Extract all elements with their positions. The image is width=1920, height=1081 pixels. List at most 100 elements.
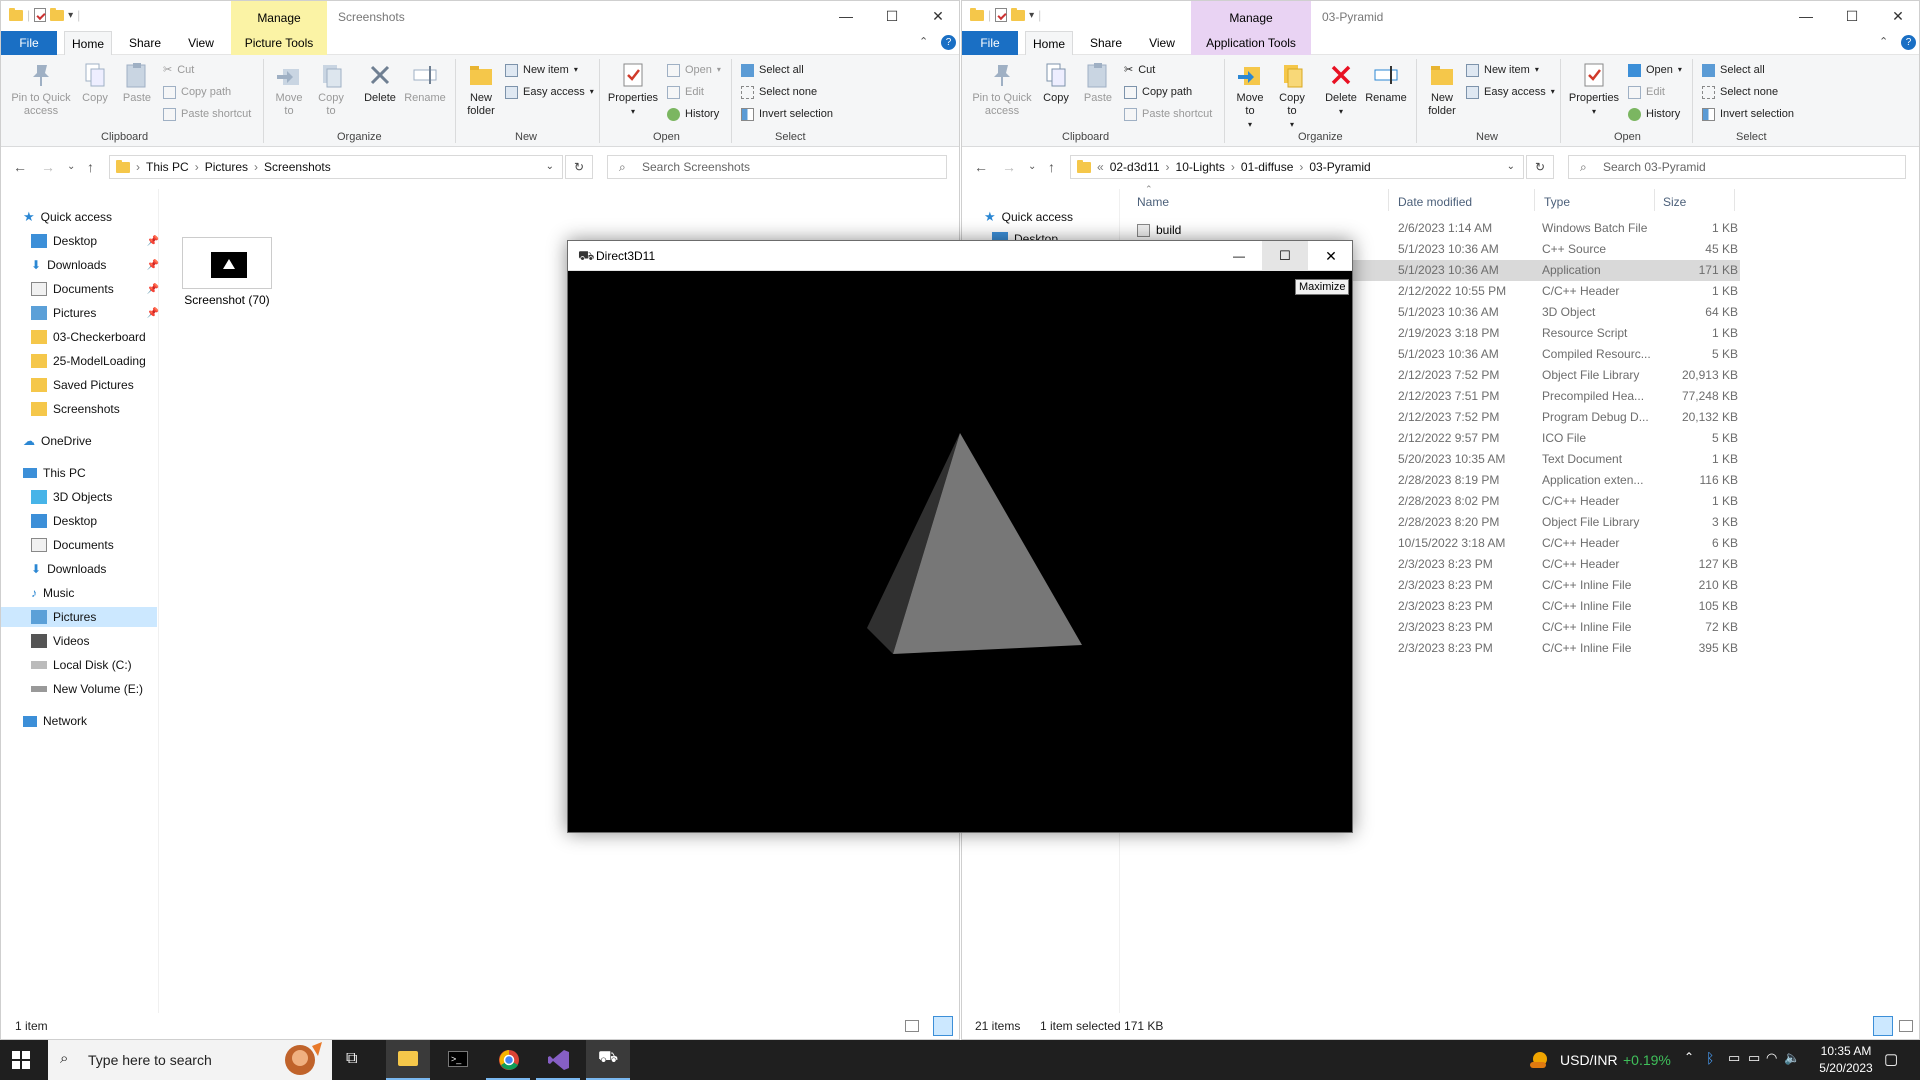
tab-application-tools[interactable]: Application Tools bbox=[1191, 31, 1311, 55]
taskbar-terminal[interactable]: >_ bbox=[436, 1040, 480, 1080]
tab-view[interactable]: View bbox=[1138, 31, 1186, 55]
tab-file[interactable]: File bbox=[1, 31, 57, 55]
nav-local-disk-c[interactable]: Local Disk (C:) bbox=[31, 655, 187, 675]
up-arrow-icon[interactable]: ↑ bbox=[1048, 159, 1055, 175]
breadcrumb-pictures[interactable]: Pictures bbox=[205, 156, 248, 178]
clock-time[interactable]: 10:35 AM bbox=[1816, 1044, 1876, 1058]
edit-button[interactable]: Edit bbox=[1628, 85, 1665, 99]
task-view-icon[interactable]: ⧉ bbox=[346, 1050, 357, 1068]
nav-saved-pictures[interactable]: Saved Pictures bbox=[31, 375, 187, 395]
address-box[interactable]: › This PC › Pictures › Screenshots ⌄ bbox=[109, 155, 563, 179]
column-date-modified[interactable]: Date modified bbox=[1398, 195, 1472, 209]
delete-button[interactable]: Delete ▾ bbox=[1322, 61, 1360, 118]
column-type[interactable]: Type bbox=[1544, 195, 1570, 209]
easy-access-button[interactable]: Easy access ▾ bbox=[1466, 85, 1555, 99]
nav-03-checkerboard[interactable]: 03-Checkerboard bbox=[31, 327, 187, 347]
clock-date[interactable]: 5/20/2023 bbox=[1816, 1061, 1876, 1075]
details-view-icon[interactable] bbox=[1873, 1016, 1893, 1036]
tab-view[interactable]: View bbox=[177, 31, 225, 55]
help-icon[interactable]: ? bbox=[1901, 35, 1916, 50]
forward-arrow-icon[interactable]: → bbox=[1002, 159, 1016, 175]
column-size[interactable]: Size bbox=[1663, 195, 1686, 209]
edit-button[interactable]: Edit bbox=[667, 85, 704, 99]
close-button[interactable]: ✕ bbox=[1308, 241, 1354, 271]
nav-pc-desktop[interactable]: Desktop bbox=[31, 511, 187, 531]
close-button[interactable]: ✕ bbox=[1875, 1, 1919, 31]
address-dropdown-icon[interactable]: ⌄ bbox=[546, 156, 554, 178]
breadcrumb-03-pyramid[interactable]: 03-Pyramid bbox=[1309, 156, 1370, 178]
manage-tab[interactable]: Manage bbox=[1191, 1, 1311, 31]
collapse-ribbon-icon[interactable]: ⌃ bbox=[919, 35, 928, 48]
network-status-icon[interactable]: ▭ bbox=[1748, 1050, 1760, 1066]
nav-downloads[interactable]: ⬇ Downloads 📌 bbox=[31, 255, 187, 275]
ticker-change[interactable]: +0.19% bbox=[1623, 1052, 1671, 1068]
new-folder-button[interactable]: New folder bbox=[1422, 61, 1462, 118]
select-none-button[interactable]: Select none bbox=[1702, 85, 1778, 99]
wifi-icon[interactable]: ◠ bbox=[1766, 1050, 1777, 1066]
recent-locations-icon[interactable]: ⌄ bbox=[1028, 161, 1036, 172]
move-to-button[interactable]: Move to bbox=[271, 61, 307, 118]
paste-button[interactable]: Paste bbox=[1078, 61, 1118, 105]
taskbar-direct3d-app[interactable]: ⛟ bbox=[586, 1040, 630, 1080]
minimize-button[interactable]: — bbox=[1783, 1, 1829, 31]
back-arrow-icon[interactable]: ← bbox=[974, 159, 988, 175]
search-input[interactable]: Search Screenshots bbox=[607, 155, 947, 179]
copy-button[interactable]: Copy bbox=[77, 61, 113, 105]
properties-button[interactable]: Properties ▾ bbox=[1566, 61, 1622, 118]
nav-onedrive[interactable]: ☁ OneDrive bbox=[23, 431, 179, 451]
nav-videos[interactable]: Videos bbox=[31, 631, 187, 651]
new-item-button[interactable]: New item ▾ bbox=[505, 63, 578, 77]
tab-file[interactable]: File bbox=[962, 31, 1018, 55]
open-button[interactable]: Open ▾ bbox=[667, 63, 721, 77]
select-all-button[interactable]: Select all bbox=[1702, 63, 1765, 77]
new-item-button[interactable]: New item ▾ bbox=[1466, 63, 1539, 77]
nav-quick-access[interactable]: ★ Quick access bbox=[23, 207, 179, 227]
paste-button[interactable]: Paste bbox=[117, 61, 157, 105]
copy-path-button[interactable]: Copy path bbox=[1124, 85, 1192, 99]
pin-to-quick-access-button[interactable]: Pin to Quick access bbox=[968, 61, 1036, 118]
cut-button[interactable]: ✂ Cut bbox=[163, 63, 194, 77]
copy-path-button[interactable]: Copy path bbox=[163, 85, 231, 99]
nav-quick-access[interactable]: ★ Quick access bbox=[984, 207, 1140, 227]
volume-icon[interactable]: 🔈 bbox=[1784, 1050, 1800, 1066]
file-tile-screenshot-70[interactable]: Screenshot (70) bbox=[179, 237, 275, 307]
collapse-ribbon-icon[interactable]: ⌃ bbox=[1879, 35, 1888, 48]
tab-share[interactable]: Share bbox=[1082, 31, 1130, 55]
weather-widget-icon[interactable] bbox=[1528, 1050, 1550, 1070]
windows-start-icon[interactable] bbox=[12, 1051, 30, 1069]
close-button[interactable]: ✕ bbox=[915, 1, 959, 31]
refresh-icon[interactable]: ↻ bbox=[565, 155, 593, 179]
easy-access-button[interactable]: Easy access ▾ bbox=[505, 85, 594, 99]
recent-locations-icon[interactable]: ⌄ bbox=[67, 161, 75, 172]
nav-desktop[interactable]: Desktop 📌 bbox=[31, 231, 187, 251]
customize-qat-icon[interactable]: ▾ bbox=[68, 10, 73, 21]
taskbar-search-box[interactable]: ⌕ Type here to search bbox=[48, 1040, 332, 1080]
maximize-button[interactable]: ☐ bbox=[1829, 1, 1875, 31]
meet-now-icon[interactable]: ▭ bbox=[1728, 1050, 1740, 1066]
new-folder-icon[interactable] bbox=[50, 7, 65, 21]
forward-arrow-icon[interactable]: → bbox=[41, 159, 55, 175]
ticker-symbol[interactable]: USD/INR bbox=[1560, 1052, 1618, 1068]
nav-this-pc[interactable]: This PC bbox=[23, 463, 179, 483]
minimize-button[interactable]: — bbox=[823, 1, 869, 31]
details-view-icon[interactable] bbox=[905, 1020, 919, 1032]
manage-tab[interactable]: Manage bbox=[231, 1, 327, 31]
search-input[interactable]: Search 03-Pyramid bbox=[1568, 155, 1906, 179]
paste-shortcut-button[interactable]: Paste shortcut bbox=[1124, 107, 1212, 121]
address-dropdown-icon[interactable]: ⌄ bbox=[1507, 156, 1515, 178]
bluetooth-icon[interactable]: ᛒ bbox=[1706, 1050, 1714, 1066]
breadcrumb-screenshots[interactable]: Screenshots bbox=[264, 156, 331, 178]
invert-selection-button[interactable]: Invert selection bbox=[741, 107, 833, 121]
nav-network[interactable]: Network bbox=[23, 711, 179, 731]
breadcrumb-this-pc[interactable]: This PC bbox=[146, 156, 189, 178]
history-button[interactable]: History bbox=[667, 107, 719, 121]
nav-documents[interactable]: Documents 📌 bbox=[31, 279, 187, 299]
customize-qat-icon[interactable]: ▾ bbox=[1029, 10, 1034, 21]
nav-3d-objects[interactable]: 3D Objects bbox=[31, 487, 187, 507]
maximize-button[interactable]: ☐ bbox=[869, 1, 915, 31]
properties-icon[interactable] bbox=[34, 8, 47, 22]
new-folder-icon[interactable] bbox=[1011, 7, 1026, 21]
tab-share[interactable]: Share bbox=[121, 31, 169, 55]
help-icon[interactable]: ? bbox=[941, 35, 956, 50]
copy-to-button[interactable]: Copy to ▾ bbox=[1274, 61, 1310, 131]
